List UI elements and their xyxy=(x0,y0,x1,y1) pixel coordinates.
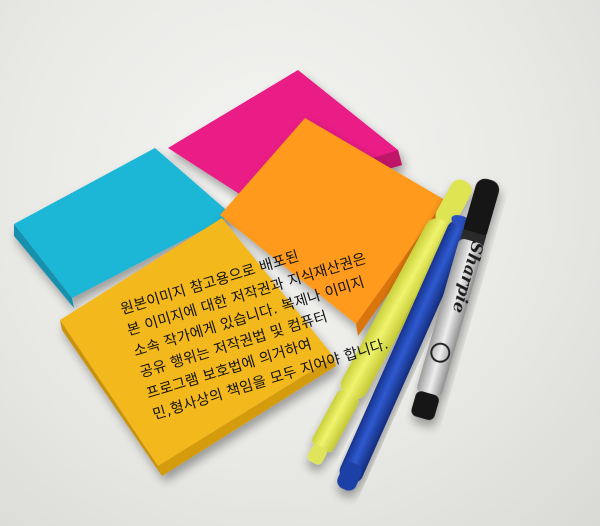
photo-scene: Sharpie 원본이미지 참고용으로 배포된 본 이미지에 대한 저작권과 지… xyxy=(0,0,600,526)
